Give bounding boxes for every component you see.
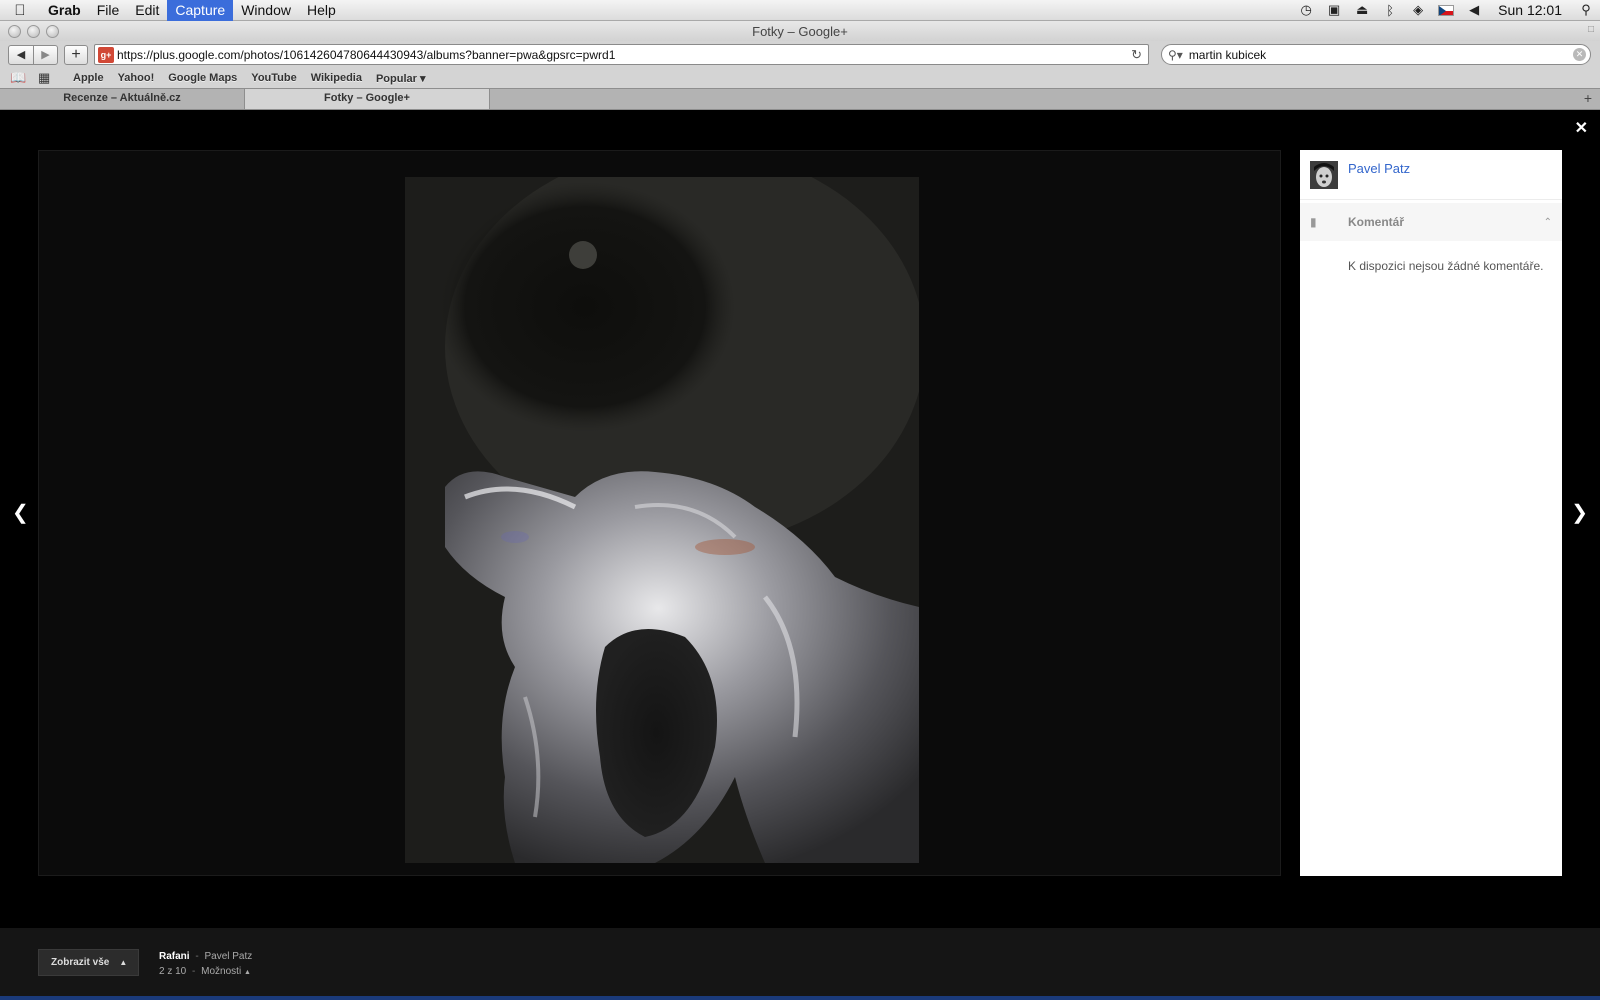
photo-counter: 2 z 10 [159, 966, 187, 977]
menu-app-name[interactable]: Grab [40, 0, 89, 21]
forward-button[interactable]: ▶ [33, 45, 57, 64]
bookmark-apple[interactable]: Apple [66, 72, 111, 84]
photo-lightbox: ✕ ❮ ❯ Pavel Patz ▮ Komentář ⌃ K dispozic… [0, 110, 1600, 1000]
bookmark-yahoo[interactable]: Yahoo! [111, 72, 162, 84]
bookmark-youtube[interactable]: YouTube [244, 72, 303, 84]
bookmark-wikipedia[interactable]: Wikipedia [304, 72, 369, 84]
add-bookmark-button[interactable]: + [64, 44, 88, 65]
close-lightbox-button[interactable]: ✕ [1575, 118, 1588, 138]
status-area: ◷ ▣ ⏏ ᛒ ◈ ◀ Sun 12:01 ⚲ [1292, 0, 1600, 21]
comments-header[interactable]: ▮ Komentář ⌃ [1300, 203, 1562, 241]
menu-edit[interactable]: Edit [127, 0, 167, 21]
options-caret-icon: ▲ [243, 969, 251, 976]
clear-search-icon[interactable]: ✕ [1573, 48, 1586, 61]
counter-separator: - [192, 966, 196, 977]
time-machine-icon[interactable]: ◷ [1292, 2, 1320, 18]
menu-capture[interactable]: Capture [167, 0, 234, 21]
reload-icon[interactable]: ↻ [1131, 47, 1142, 63]
previous-photo-button[interactable]: ❮ [12, 500, 29, 525]
menu-help[interactable]: Help [299, 0, 344, 21]
window-title-bar: Fotky – Google+ □ [0, 21, 1600, 41]
menu-file[interactable]: File [89, 0, 128, 21]
bluetooth-icon[interactable]: ᛒ [1376, 3, 1404, 18]
show-all-button[interactable]: Zobrazit vše ▲ [38, 949, 139, 976]
window-title: Fotky – Google+ [752, 23, 848, 39]
search-input[interactable] [1188, 47, 1569, 62]
photo-stage [38, 150, 1281, 876]
lightbox-footer: Zobrazit vše ▲ Rafani - Pavel Patz 2 z 1… [0, 928, 1600, 1000]
top-sites-grid-icon[interactable]: ▦ [38, 70, 60, 86]
reading-list-icon[interactable]: 📖 [10, 70, 32, 86]
address-bar[interactable]: g+ https://plus.google.com/photos/106142… [94, 44, 1149, 65]
bookmark-google-maps[interactable]: Google Maps [161, 72, 244, 84]
collapse-comments-icon[interactable]: ⌃ [1544, 217, 1552, 228]
photo-info-panel: Pavel Patz ▮ Komentář ⌃ K dispozici nejs… [1300, 150, 1562, 876]
search-icon[interactable]: ⚲▾ [1168, 48, 1183, 62]
comment-bubble-icon: ▮ [1310, 215, 1317, 229]
album-separator: - [195, 951, 199, 962]
tab-bar: Recenze – Aktuálně.cz Fotky – Google+ + [0, 88, 1600, 110]
author-name-link[interactable]: Pavel Patz [1348, 161, 1410, 176]
album-owner-link[interactable]: Pavel Patz [204, 951, 252, 962]
album-info: Rafani - Pavel Patz 2 z 10 - Možnosti ▲ [159, 949, 252, 980]
google-plus-favicon-icon: g+ [98, 46, 114, 63]
menu-clock[interactable]: Sun 12:01 [1488, 2, 1572, 18]
tab-recenze[interactable]: Recenze – Aktuálně.cz [0, 89, 245, 109]
avatar-face-icon [1310, 160, 1338, 189]
next-photo-button[interactable]: ❯ [1571, 500, 1588, 525]
comments-label: Komentář [1348, 215, 1405, 229]
volume-icon[interactable]: ◀ [1460, 2, 1488, 18]
search-bar: ⚲▾ ✕ [1161, 44, 1591, 65]
bookmark-popular[interactable]: Popular ▾ [369, 72, 433, 85]
options-menu-link[interactable]: Možnosti [201, 966, 241, 977]
flag-cz-icon[interactable] [1438, 4, 1455, 16]
address-url[interactable]: https://plus.google.com/photos/106142604… [117, 48, 615, 62]
caret-up-icon: ▲ [119, 958, 128, 967]
show-all-label: Zobrazit vše [51, 957, 110, 968]
wifi-icon[interactable]: ◈ [1404, 2, 1432, 18]
no-comments-text: K dispozici nejsou žádné komentáře. [1348, 259, 1544, 273]
back-button[interactable]: ◀ [9, 46, 33, 64]
nav-buttons: ◀ ▶ [8, 44, 58, 65]
bookmarks-bar: 📖 ▦ Apple Yahoo! Google Maps YouTube Wik… [0, 68, 1600, 88]
author-row: Pavel Patz [1300, 150, 1562, 200]
album-name-link[interactable]: Rafani [159, 951, 190, 962]
display-icon[interactable]: ▣ [1320, 2, 1348, 18]
menu-window[interactable]: Window [233, 0, 299, 21]
apple-menu-icon[interactable]:  [0, 2, 40, 19]
metal-sculpture-photo [405, 177, 919, 863]
avatar[interactable] [1310, 160, 1338, 189]
tab-fotky[interactable]: Fotky – Google+ [245, 89, 490, 109]
menu-bar:  Grab File Edit Capture Window Help ◷ ▣… [0, 0, 1600, 21]
new-tab-button[interactable]: + [1576, 89, 1600, 109]
window-lock-icon: □ [1587, 24, 1594, 35]
browser-toolbar: ◀ ▶ + g+ https://plus.google.com/photos/… [0, 41, 1600, 68]
eject-icon[interactable]: ⏏ [1348, 2, 1376, 18]
photo-image[interactable] [405, 177, 919, 863]
spotlight-icon[interactable]: ⚲ [1572, 2, 1600, 18]
